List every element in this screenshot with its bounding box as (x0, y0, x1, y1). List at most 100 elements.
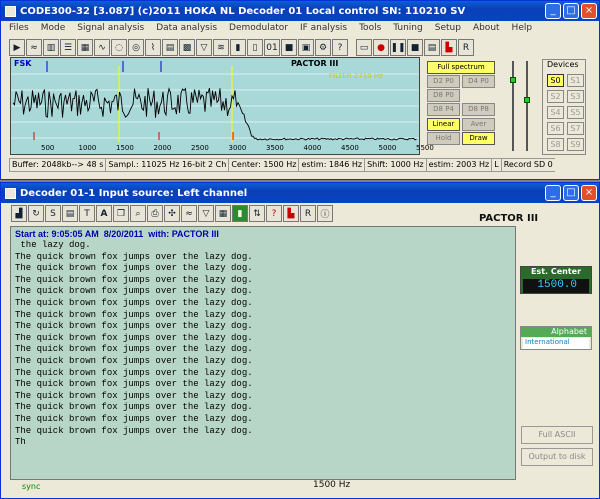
device-s8[interactable]: S8 (547, 138, 564, 151)
d8p0-button[interactable]: D8 P0 (427, 89, 460, 102)
full-spectrum-button[interactable]: Full spectrum (427, 61, 495, 74)
font-icon[interactable]: A (96, 205, 112, 222)
filter-icon[interactable]: ▽ (196, 39, 212, 56)
menu-item[interactable]: Tools (359, 23, 381, 33)
hist-icon[interactable]: ▯ (247, 39, 263, 56)
level-sliders[interactable] (504, 59, 538, 155)
menu-item[interactable]: Data analysis (156, 23, 217, 33)
status-field: Center: 1500 Hz (228, 158, 299, 172)
device-s1[interactable]: S1 (567, 74, 584, 87)
sync-icon[interactable]: S (45, 205, 61, 222)
waterfall-icon[interactable]: ☰ (60, 39, 76, 56)
copy-icon[interactable]: ❐ (113, 205, 129, 222)
menu-item[interactable]: IF analysis (300, 23, 347, 33)
options-icon[interactable]: ✣ (164, 205, 180, 222)
save-file-icon[interactable]: ▤ (62, 205, 78, 222)
record-icon[interactable]: ● (373, 39, 389, 56)
help-decoder-icon[interactable]: ? (266, 205, 282, 222)
refresh-icon[interactable]: ↻ (28, 205, 44, 222)
decoder-output[interactable]: Start at: 9:05:05 AM 8/20/2011 with: PAC… (10, 226, 516, 480)
bits-icon[interactable]: ▤ (162, 39, 178, 56)
decoder-maximize-button[interactable]: □ (563, 185, 579, 201)
binary-icon[interactable]: 01 (264, 39, 280, 56)
main-title-bar: CODE300-32 [3.087] (c)2011 HOKA NL Decod… (1, 1, 599, 21)
play-icon[interactable]: ▶ (9, 39, 25, 56)
device-s5[interactable]: S5 (567, 106, 584, 119)
phase-icon[interactable]: ◌ (111, 39, 127, 56)
device-s0[interactable]: S0 (547, 74, 564, 87)
decoder-minimize-button[interactable]: _ (545, 185, 561, 201)
x-tick-label: 4000 (303, 144, 322, 152)
spectrum-display[interactable]: FSK PACTOR III FILTER 2710 Hz 500 1000 150… (10, 57, 434, 155)
bars-decoder-icon[interactable]: ▮ (232, 205, 248, 222)
monitor-icon[interactable]: ▭ (356, 39, 372, 56)
sweep-icon[interactable]: ∿ (94, 39, 110, 56)
level-icon[interactable]: ▙ (441, 39, 457, 56)
help-icon[interactable]: ? (332, 39, 348, 56)
sonogram-icon[interactable]: ▦ (77, 39, 93, 56)
device-s3[interactable]: S3 (567, 90, 584, 103)
bars-icon[interactable]: ▮ (230, 39, 246, 56)
d8p4-button[interactable]: D8 P4 (427, 103, 460, 116)
d4p0-button[interactable]: D4 P0 (462, 75, 495, 88)
pause-icon[interactable]: ❚❚ (390, 39, 406, 56)
eye-icon[interactable]: ◎ (128, 39, 144, 56)
device-s4[interactable]: S4 (547, 106, 564, 119)
device-s9[interactable]: S9 (567, 138, 584, 151)
menu-item[interactable]: Setup (435, 23, 461, 33)
close-button[interactable]: × (581, 3, 597, 19)
device-s2[interactable]: S2 (547, 90, 564, 103)
matrix-icon[interactable]: ▦ (215, 205, 231, 222)
aver-button[interactable]: Aver (462, 118, 495, 131)
output-to-disk-button[interactable]: Output to disk (521, 448, 593, 466)
menu-item[interactable]: Signal analysis (77, 23, 144, 33)
level-decoder-icon[interactable]: ▙ (283, 205, 299, 222)
waves-icon[interactable]: ≈ (181, 205, 197, 222)
menu-item[interactable]: Mode (41, 23, 66, 33)
text-icon[interactable]: T (79, 205, 95, 222)
analyze-icon[interactable]: ▟ (11, 205, 27, 222)
d2p0-button[interactable]: D2 P0 (427, 75, 460, 88)
device-s7[interactable]: S7 (567, 122, 584, 135)
draw-button[interactable]: Draw (462, 132, 495, 145)
est-center-value[interactable]: 1500.0 (523, 279, 589, 293)
device-s6[interactable]: S6 (547, 122, 564, 135)
info-icon[interactable]: ⓘ (317, 205, 333, 222)
decoder-close-button[interactable]: × (581, 185, 597, 201)
menu-item[interactable]: About (473, 23, 500, 33)
reset-icon[interactable]: R (458, 39, 474, 56)
scope-icon[interactable]: ⌇ (145, 39, 161, 56)
spectrum-icon[interactable]: ▥ (43, 39, 59, 56)
sync-label: sync (22, 482, 41, 491)
menu-item[interactable]: Tuning (393, 23, 422, 33)
decoder-title-bar: Decoder 01-1 Input source: Left channel (1, 183, 599, 203)
d8p8-button[interactable]: D8 P8 (462, 103, 495, 116)
signal-icon[interactable]: ≈ (26, 39, 42, 56)
swap-icon[interactable]: ⇅ (249, 205, 265, 222)
print-icon[interactable]: ⎙ (147, 205, 163, 222)
linear-button[interactable]: Linear (427, 118, 460, 131)
autocorrelation-icon[interactable]: ≋ (213, 39, 229, 56)
decoded-line: The quick brown fox jumps over the lazy … (15, 413, 253, 424)
stop-icon[interactable]: ■ (281, 39, 297, 56)
minimize-button[interactable]: _ (545, 3, 561, 19)
calc-icon[interactable]: ▣ (298, 39, 314, 56)
grid-icon[interactable]: ▩ (179, 39, 195, 56)
save-icon[interactable]: ▤ (424, 39, 440, 56)
status-field: Shift: 1000 Hz (364, 158, 426, 172)
status-field: L (491, 158, 501, 172)
alphabet-panel: Alphabet International (520, 326, 592, 350)
reset-decoder-icon[interactable]: R (300, 205, 316, 222)
menu-item[interactable]: Files (9, 23, 29, 33)
media-stop-icon[interactable]: ■ (407, 39, 423, 56)
decoded-line: The quick brown fox jumps over the lazy … (15, 286, 253, 297)
alphabet-select[interactable]: International (523, 338, 589, 349)
menu-item[interactable]: Demodulator (229, 23, 288, 33)
hold-button[interactable]: Hold (427, 132, 460, 145)
search-icon[interactable]: ⌕ (130, 205, 146, 222)
settings-icon[interactable]: ⚙ (315, 39, 331, 56)
maximize-button[interactable]: □ (563, 3, 579, 19)
full-ascii-button[interactable]: Full ASCII (521, 426, 593, 444)
menu-item[interactable]: Help (512, 23, 533, 33)
filter-decoder-icon[interactable]: ▽ (198, 205, 214, 222)
